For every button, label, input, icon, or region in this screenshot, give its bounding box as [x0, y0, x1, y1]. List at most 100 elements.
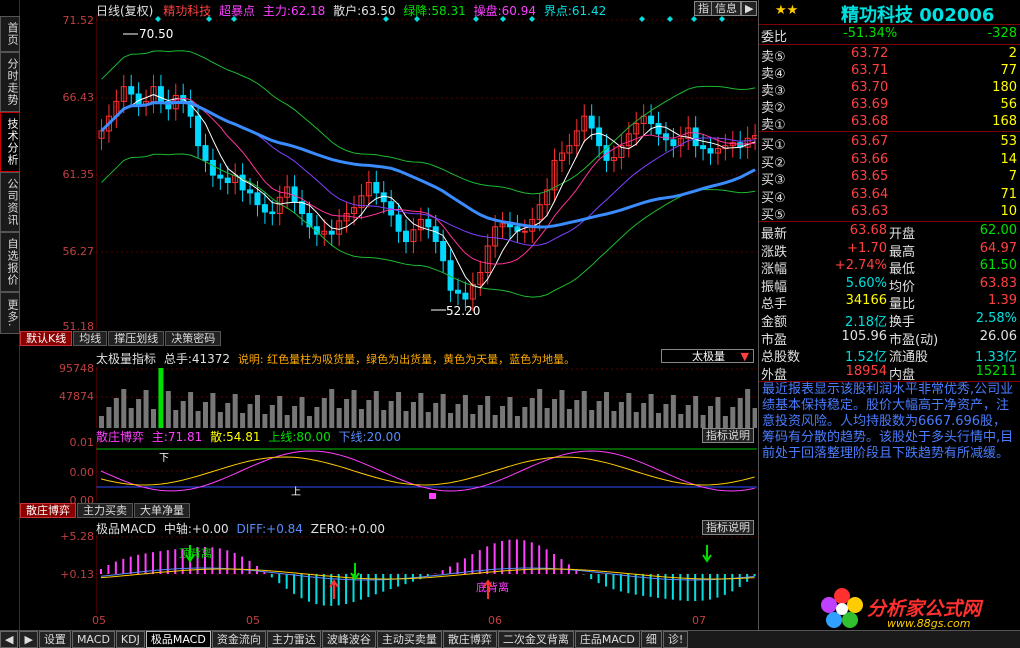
- tab-ma[interactable]: 均线: [73, 331, 108, 346]
- volume-bar: [581, 391, 587, 428]
- arrow-down-icon: [350, 563, 360, 581]
- volume-bar: [737, 398, 743, 428]
- wb-row: 委比 -51.34% -328: [759, 25, 1020, 45]
- tab-company-news[interactable]: 公司资讯: [0, 172, 20, 232]
- tab-watchlist[interactable]: 自选报价: [0, 232, 20, 292]
- volume-bar: [128, 408, 134, 428]
- volume-bar: [150, 409, 156, 428]
- buy-row: 买② 63.66 14: [759, 151, 1020, 171]
- vol-total-value: 41372: [191, 352, 231, 366]
- buy-vol: 7: [1008, 169, 1017, 184]
- bottom-tab[interactable]: 极品MACD: [145, 631, 211, 648]
- vol-y-1: 95748: [59, 362, 94, 375]
- bottom-tab[interactable]: ▶: [19, 631, 38, 648]
- macd-zero-label: ZERO:: [310, 522, 349, 536]
- sell-price: 63.68: [851, 114, 889, 129]
- star-icon: ★★: [775, 3, 799, 18]
- tab-support-resist[interactable]: 撑压划线: [108, 331, 165, 346]
- candle-body: [209, 159, 216, 176]
- volume-bar: [604, 392, 610, 428]
- candle-body: [670, 139, 677, 147]
- kline-chart[interactable]: 70.50 52.20: [96, 14, 757, 330]
- volume-bar: [589, 410, 595, 428]
- tab-big-order[interactable]: 大单净量: [134, 503, 190, 518]
- volume-bar: [500, 406, 506, 428]
- vol-desc: 说明: 红色量柱为吸货量，绿色为出货量，黄色为天量，蓝色为地量。: [237, 353, 576, 366]
- signal-diamond-icon: [529, 16, 535, 22]
- quote-panel: ★★ 精功科技 002006 委比 -51.34% -328 卖⑤ 63.72 2 卖…: [758, 0, 1020, 630]
- tab-default-kline[interactable]: 默认K线: [20, 331, 73, 346]
- bottom-tab[interactable]: ◀: [0, 631, 19, 648]
- volume-bar: [715, 397, 721, 428]
- volume-bar: [670, 395, 676, 428]
- tab-main-trade[interactable]: 主力买卖: [77, 503, 133, 518]
- bottom-tab[interactable]: 设置: [38, 631, 71, 648]
- volume-bar: [106, 407, 112, 428]
- bottom-tab[interactable]: 主动买卖量: [376, 631, 442, 648]
- bottom-tab[interactable]: 细: [640, 631, 662, 648]
- volume-bar: [552, 399, 558, 428]
- volume-bar: [574, 400, 580, 428]
- volume-bar: [136, 399, 142, 428]
- sz-mark-down: 下: [159, 453, 169, 464]
- sz-chart[interactable]: 下 上: [96, 441, 757, 501]
- bottom-tab[interactable]: 诊!: [662, 631, 689, 648]
- sell-vol: 56: [1000, 97, 1017, 112]
- sell-row: 卖① 63.68 168: [759, 113, 1020, 133]
- signal-diamond-icon: [383, 16, 389, 22]
- buy-vol: 71: [1000, 186, 1017, 202]
- volume-bar: [195, 411, 201, 428]
- volume-bar: [113, 398, 119, 428]
- candle-body: [247, 189, 254, 194]
- volume-bar: [440, 394, 446, 428]
- volume-bar: [396, 392, 402, 428]
- bottom-tab[interactable]: KDJ: [115, 631, 145, 648]
- volume-bar: [566, 409, 572, 428]
- tab-decision-code[interactable]: 决策密码: [165, 331, 222, 346]
- volume-bar: [173, 410, 179, 428]
- tab-intraday[interactable]: 分时走势: [0, 52, 20, 112]
- tab-technical[interactable]: 技术分析: [0, 112, 20, 172]
- sz-y-1: 0.01: [69, 436, 95, 449]
- volume-bar: [418, 393, 424, 428]
- stat-value: 34166: [845, 293, 887, 309]
- sz-y-2: 0.00: [69, 466, 95, 479]
- bottom-tab[interactable]: 散庄博弈: [442, 631, 497, 648]
- tab-more[interactable]: 更多.: [0, 292, 20, 334]
- bottom-tab[interactable]: 主力雷达: [266, 631, 321, 648]
- signal-diamond-icon: [473, 16, 479, 22]
- macd-zero-value: +0.00: [348, 522, 385, 536]
- volume-chart[interactable]: [96, 367, 757, 428]
- wb-pct: -51.34%: [843, 26, 898, 41]
- tab-home[interactable]: 首页: [0, 16, 20, 52]
- bottom-tab[interactable]: 波峰波谷: [321, 631, 376, 648]
- volume-bar: [470, 414, 476, 428]
- tab-sz[interactable]: 散庄博弈: [20, 503, 76, 518]
- stat-value: 18954: [845, 363, 887, 379]
- macd-ann-top: 顶背离: [179, 546, 212, 560]
- volume-bar: [663, 404, 669, 428]
- volume-bar: [366, 400, 372, 428]
- volume-bar: [180, 401, 186, 428]
- stat-value: +1.70: [847, 240, 887, 256]
- candle-body: [128, 86, 135, 95]
- volume-bar: [693, 396, 699, 428]
- candle-body: [135, 93, 142, 105]
- bottom-tab[interactable]: MACD: [71, 631, 115, 648]
- macd-chart[interactable]: 顶背离 底背离: [96, 535, 757, 615]
- volume-bar: [448, 413, 454, 428]
- buy-vol: 10: [1000, 204, 1017, 219]
- stat-value: 5.60%: [845, 275, 887, 291]
- signal-diamond-icon: [206, 16, 212, 22]
- kline-y-4: 56.27: [62, 245, 95, 258]
- candle-body: [239, 174, 246, 191]
- volume-bar: [722, 416, 728, 428]
- lo-label: 52.20: [446, 304, 480, 318]
- bottom-tab[interactable]: 庄品MACD: [574, 631, 640, 648]
- vol-total-label: 总手:: [163, 352, 192, 366]
- indicator-select[interactable]: 太极量 ▼: [661, 349, 754, 363]
- macd-mid-label: 中轴:: [163, 522, 192, 536]
- bottom-tab[interactable]: 二次金叉背离: [497, 631, 574, 648]
- macd-help-button[interactable]: 指标说明: [702, 520, 754, 535]
- bottom-tab[interactable]: 资金流向: [211, 631, 266, 648]
